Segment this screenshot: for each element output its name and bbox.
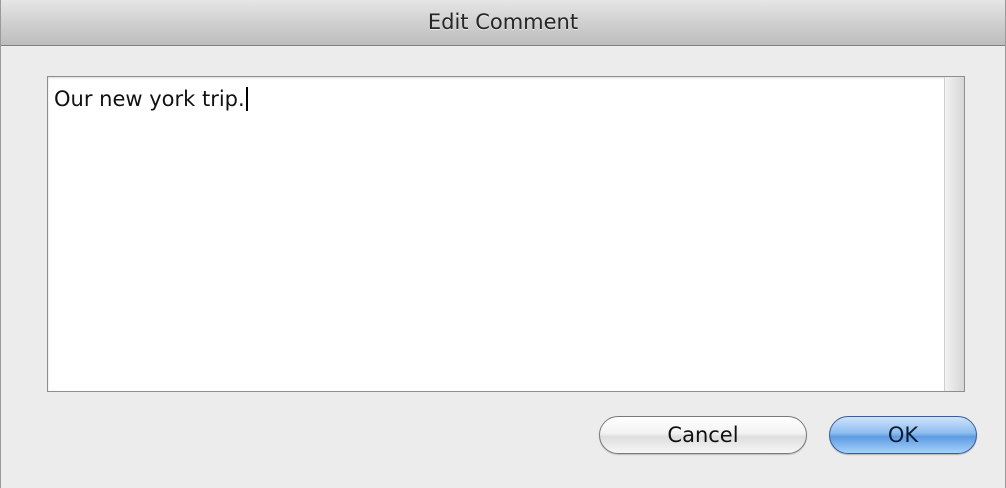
ok-button[interactable]: OK [829, 416, 977, 454]
title-bar[interactable]: Edit Comment [1, 0, 1005, 46]
cancel-button[interactable]: Cancel [599, 416, 807, 454]
text-cursor [245, 87, 248, 111]
comment-text[interactable]: Our new york trip. [54, 87, 248, 111]
edit-comment-dialog: Edit Comment Our new york trip. Cancel O… [0, 0, 1006, 488]
comment-text-value: Our new york trip. [54, 87, 245, 111]
vertical-scrollbar[interactable] [944, 77, 964, 391]
comment-text-area[interactable]: Our new york trip. [47, 76, 965, 392]
dialog-title: Edit Comment [427, 10, 579, 34]
